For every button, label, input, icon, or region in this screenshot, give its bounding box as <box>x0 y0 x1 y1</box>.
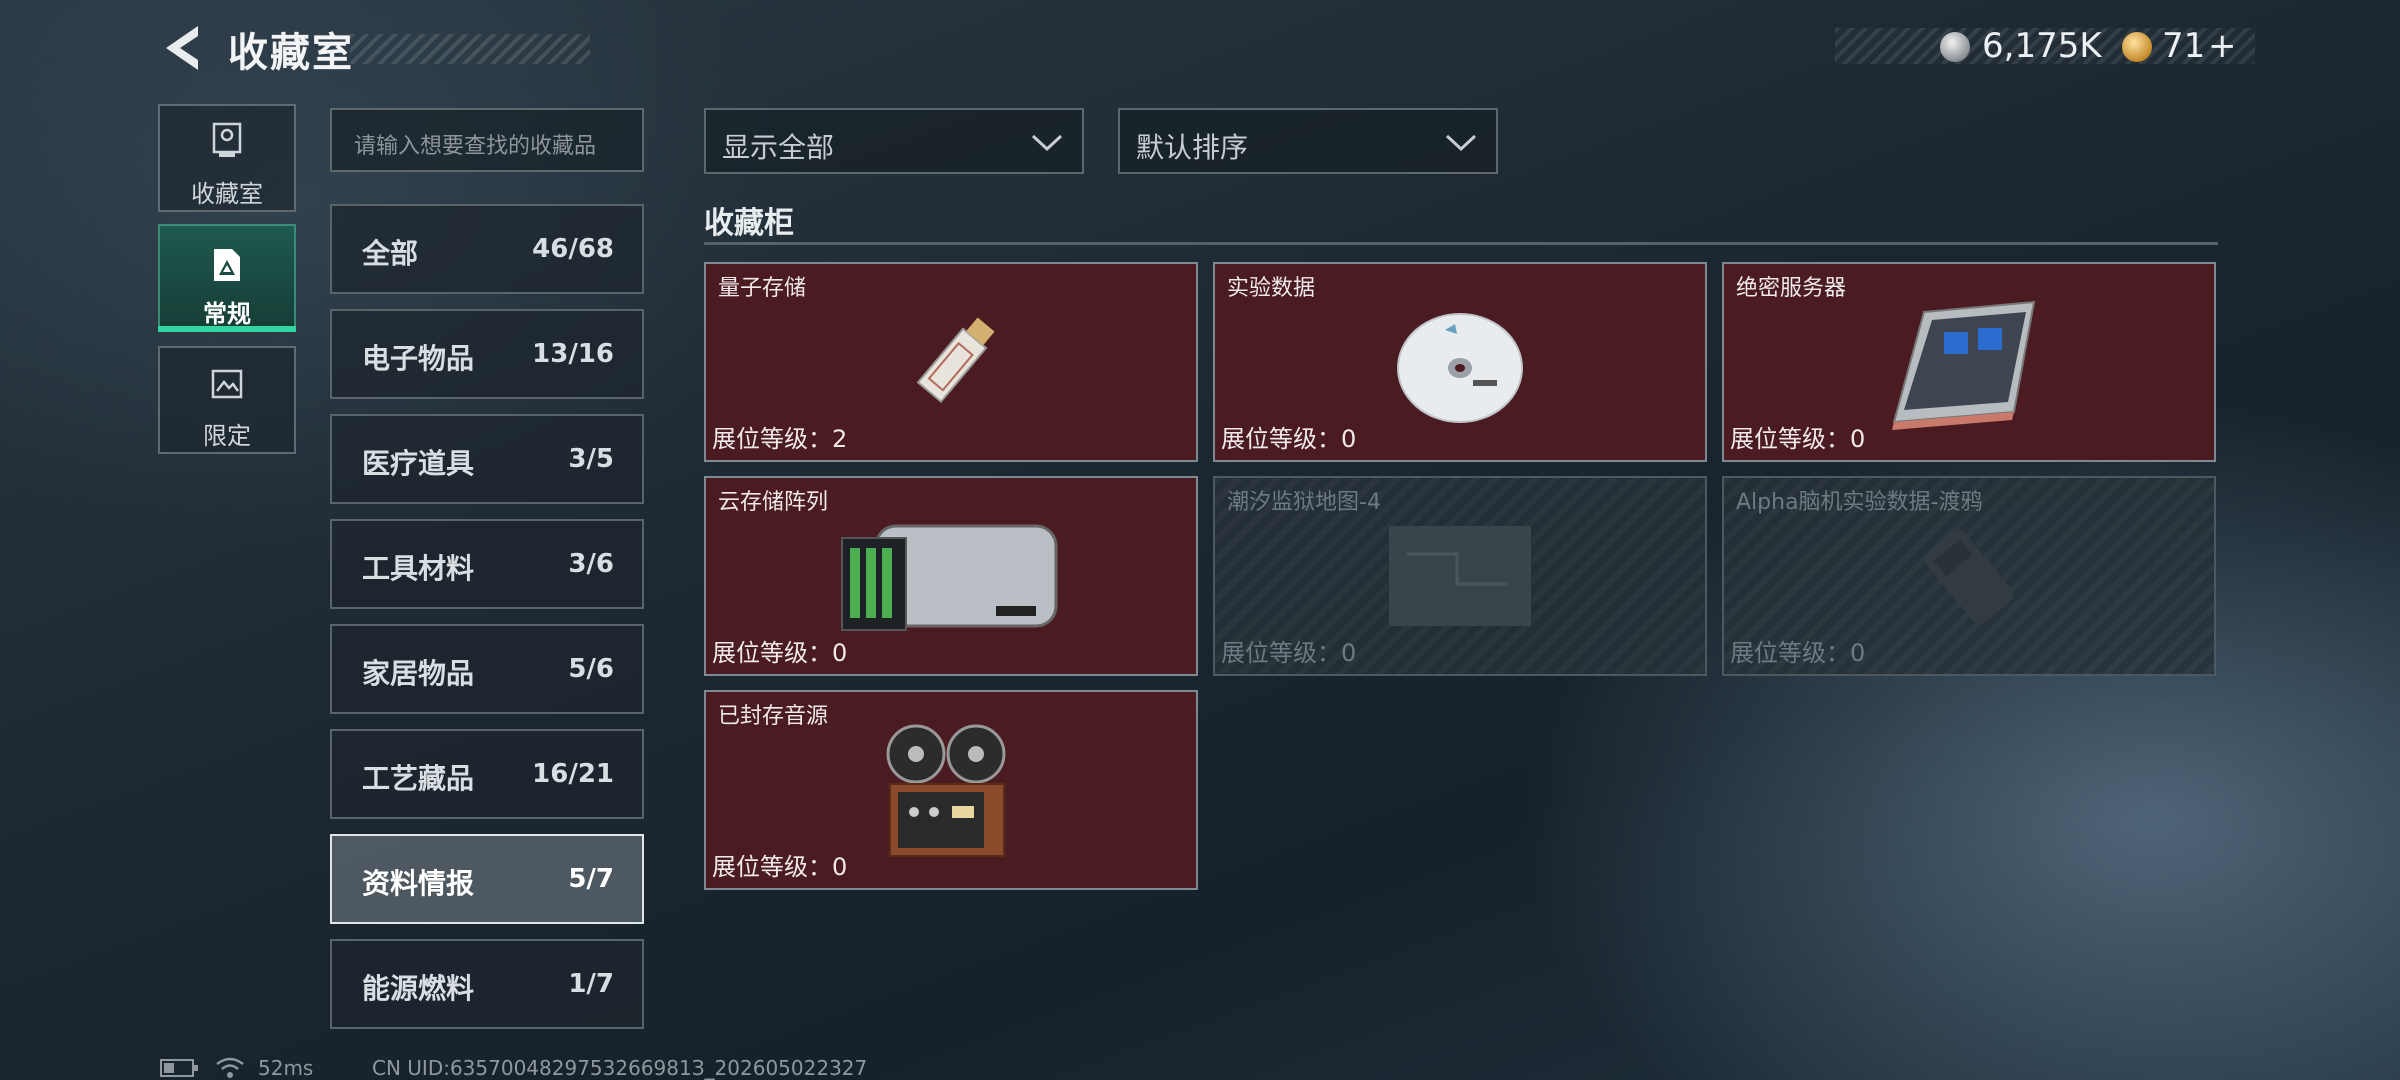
map-icon <box>1389 526 1531 626</box>
document-icon <box>214 249 240 281</box>
chevron-down-icon <box>1445 134 1477 152</box>
section-divider <box>704 242 2218 245</box>
gold-amount: 71 <box>2162 26 2206 66</box>
silver-coin-icon <box>1940 32 1970 62</box>
tab-label: 常规 <box>203 300 251 328</box>
category-medical[interactable]: 医疗道具 3/5 <box>330 414 644 504</box>
category-name: 工艺藏品 <box>362 762 475 795</box>
item-card-cloud-storage-array[interactable]: 云存储阵列 展位等级：0 <box>704 476 1198 676</box>
uid-text: CN UID:6357004829753266981З_202605022327 <box>372 1056 868 1080</box>
category-intel[interactable]: 资料情报 5/7 <box>330 834 644 924</box>
section-title: 收藏柜 <box>704 206 794 241</box>
item-name: 已封存音源 <box>718 704 829 729</box>
item-name: 潮汐监狱地图-4 <box>1227 490 1381 515</box>
active-tab-indicator <box>158 326 296 332</box>
item-card-quantum-storage[interactable]: 量子存储 展位等级：2 <box>704 262 1198 462</box>
item-level: 展位等级：2 <box>712 425 848 453</box>
dropdown-value: 默认排序 <box>1136 131 1249 164</box>
item-level: 展位等级：0 <box>712 639 848 667</box>
sort-dropdown[interactable]: 默认排序 <box>1118 108 1498 174</box>
storage-array-icon <box>841 524 1058 631</box>
category-name: 医疗道具 <box>362 447 475 480</box>
category-name: 电子物品 <box>362 342 475 375</box>
tab-limited[interactable]: 限定 <box>158 346 296 454</box>
category-name: 全部 <box>362 237 419 270</box>
category-count: 5/6 <box>568 654 614 684</box>
category-count: 1/7 <box>568 969 614 999</box>
add-currency-button[interactable]: + <box>2208 26 2237 66</box>
disc-icon <box>1397 313 1523 423</box>
item-card-alpha-bci-data[interactable]: Alpha脑机实验数据-渡鸦 展位等级：0 <box>1722 476 2216 676</box>
category-count: 13/16 <box>532 339 614 369</box>
category-energy[interactable]: 能源燃料 1/7 <box>330 939 644 1029</box>
item-level: 展位等级：0 <box>712 853 848 881</box>
gold-coin-icon <box>2122 32 2152 62</box>
device-icon <box>1924 529 2014 625</box>
battery-icon <box>160 1059 198 1077</box>
item-card-tide-prison-map[interactable]: 潮汐监狱地图-4 展位等级：0 <box>1213 476 1707 676</box>
category-crafts[interactable]: 工艺藏品 16/21 <box>330 729 644 819</box>
tab-regular[interactable]: 常规 <box>158 224 296 330</box>
chevron-down-icon <box>1031 134 1063 152</box>
item-name: 量子存储 <box>718 276 807 301</box>
item-level: 展位等级：0 <box>1221 639 1357 667</box>
category-name: 资料情报 <box>362 867 475 900</box>
category-count: 16/21 <box>532 759 614 789</box>
page-title: 收藏室 <box>228 30 354 76</box>
category-name: 能源燃料 <box>362 972 475 1005</box>
title-decoration <box>350 34 590 64</box>
item-level: 展位等级：0 <box>1730 639 1866 667</box>
item-card-secret-server[interactable]: 绝密服务器 展位等级：0 <box>1722 262 2216 462</box>
silver-amount: 6,175K <box>1982 26 2102 66</box>
item-card-sealed-audio-source[interactable]: 已封存音源 展位等级：0 <box>704 690 1198 890</box>
tab-label: 收藏室 <box>191 180 263 208</box>
back-arrow-icon[interactable] <box>158 22 206 74</box>
wifi-icon <box>216 1057 244 1078</box>
category-all[interactable]: 全部 46/68 <box>330 204 644 294</box>
category-count: 3/5 <box>568 444 614 474</box>
category-name: 家居物品 <box>362 657 475 690</box>
item-level: 展位等级：0 <box>1221 425 1357 453</box>
item-name: 绝密服务器 <box>1736 276 1847 301</box>
server-icon <box>1892 300 2036 430</box>
item-card-experiment-data[interactable]: 实验数据 展位等级：0 <box>1213 262 1707 462</box>
category-household[interactable]: 家居物品 5/6 <box>330 624 644 714</box>
search-input[interactable]: 请输入想要查找的收藏品 <box>330 108 644 172</box>
tab-label: 限定 <box>203 422 251 450</box>
item-name: 实验数据 <box>1227 276 1316 301</box>
category-name: 工具材料 <box>362 552 475 585</box>
display-filter-dropdown[interactable]: 显示全部 <box>704 108 1084 174</box>
tab-collection-room[interactable]: 收藏室 <box>158 104 296 212</box>
reel-recorder-icon <box>886 724 1006 857</box>
image-icon <box>211 369 243 399</box>
category-electronics[interactable]: 电子物品 13/16 <box>330 309 644 399</box>
category-count: 3/6 <box>568 549 614 579</box>
category-tools[interactable]: 工具材料 3/6 <box>330 519 644 609</box>
trophy-icon <box>212 122 242 157</box>
usb-drive-icon <box>916 317 995 404</box>
ping-text: 52ms <box>258 1056 314 1080</box>
category-count: 5/7 <box>568 864 614 894</box>
item-level: 展位等级：0 <box>1730 425 1866 453</box>
item-name: 云存储阵列 <box>718 490 829 515</box>
category-count: 46/68 <box>532 234 614 264</box>
dropdown-value: 显示全部 <box>722 131 835 164</box>
